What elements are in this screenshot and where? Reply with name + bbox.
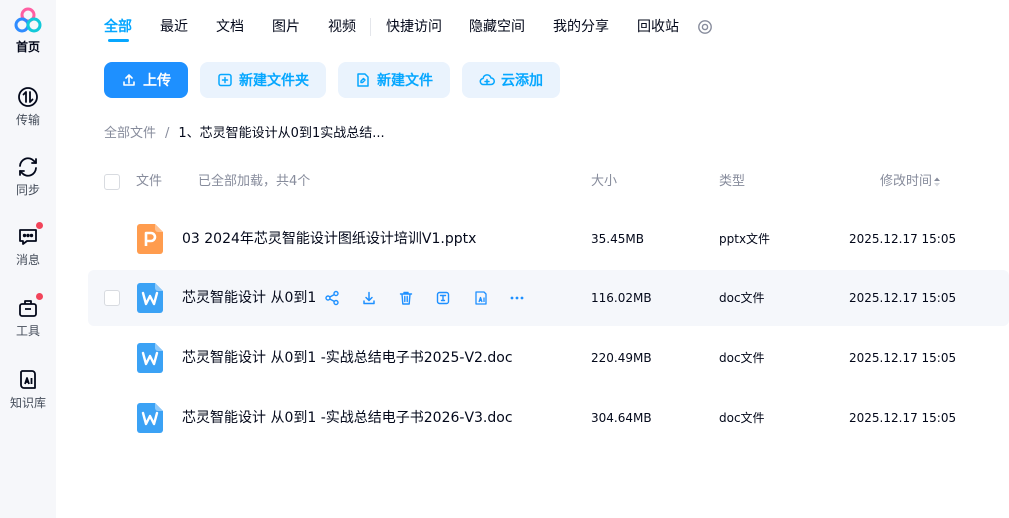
word-file-icon (137, 343, 163, 373)
table-row[interactable]: 03 2024年芯灵智能设计图纸设计培训V1.pptx 35.45MB pptx… (88, 211, 1009, 267)
file-modified: 2025.12.17 15:05 (849, 232, 957, 246)
tab-recent[interactable]: 最近 (160, 17, 188, 37)
file-modified: 2025.12.17 15:05 (849, 411, 957, 425)
cloud-add-button[interactable]: 云添加 (462, 62, 560, 98)
ppt-file-icon (137, 224, 163, 254)
new-folder-button[interactable]: 新建文件夹 (200, 62, 326, 98)
tab-documents[interactable]: 文档 (216, 17, 244, 37)
sidebar-item-label: 消息 (15, 253, 40, 267)
file-size: 35.45MB (591, 232, 644, 246)
logo-icon (13, 6, 43, 36)
notification-dot (36, 222, 43, 229)
transfer-icon (16, 85, 40, 109)
table-row[interactable]: 芯灵智能设计 从0到1 -实战总结电子书2025-V2.doc 220.49MB… (88, 330, 1009, 386)
sidebar-item-label: 工具 (15, 324, 40, 338)
file-type: doc文件 (719, 411, 765, 425)
file-type: doc文件 (719, 291, 765, 305)
header-file[interactable]: 文件 (136, 174, 162, 190)
knowledge-ai-icon (16, 368, 40, 392)
file-modified: 2025.12.17 15:05 (849, 351, 957, 365)
file-name[interactable]: 芯灵智能设计 从0到1 -实战总结电子书2025-V2.doc (182, 348, 513, 368)
file-name[interactable]: 芯灵智能设计 从0到1 (182, 288, 316, 308)
cloud-add-label: 云添加 (501, 73, 543, 89)
sidebar-item-messages[interactable]: 消息 (0, 222, 56, 285)
table-row[interactable]: 芯灵智能设计 从0到1 -实战总结电子书2026-V3.doc 304.64MB… (88, 390, 1009, 446)
new-file-icon (357, 73, 369, 87)
file-type: pptx文件 (719, 232, 771, 246)
tab-videos[interactable]: 视频 (328, 17, 356, 37)
tab-settings-icon[interactable] (697, 19, 713, 35)
sidebar-item-sync[interactable]: 同步 (0, 155, 56, 215)
tab-divider (370, 18, 371, 36)
file-modified: 2025.12.17 15:05 (849, 291, 957, 305)
tab-images[interactable]: 图片 (272, 17, 300, 37)
share-icon[interactable] (324, 290, 340, 306)
notification-dot (36, 293, 43, 300)
tab-hidden-space[interactable]: 隐藏空间 (469, 17, 525, 37)
breadcrumb-separator: / (165, 126, 170, 141)
sidebar-item-home[interactable]: 首页 (0, 6, 56, 66)
header-type[interactable]: 类型 (719, 174, 745, 190)
sidebar-item-label: 同步 (15, 183, 40, 197)
toolbox-icon (16, 293, 43, 320)
file-name[interactable]: 03 2024年芯灵智能设计图纸设计培训V1.pptx (182, 229, 476, 249)
word-file-icon (137, 283, 163, 313)
new-file-label: 新建文件 (377, 73, 433, 89)
active-tab-indicator (108, 39, 129, 42)
sidebar-item-label: 知识库 (9, 396, 46, 410)
more-icon[interactable] (509, 290, 525, 306)
file-name[interactable]: 芯灵智能设计 从0到1 -实战总结电子书2026-V3.doc (182, 408, 513, 428)
sort-indicator-icon[interactable] (933, 176, 941, 187)
sidebar-item-label: 首页 (15, 40, 40, 54)
header-modified[interactable]: 修改时间 (880, 174, 932, 190)
breadcrumb-current: 1、芯灵智能设计从0到1实战总结... (178, 126, 385, 141)
app-window: 首页 传输 同步 消息 工具 知识库 全部 最近 文档 图片 视频 快捷访问 隐… (0, 0, 1009, 518)
sync-icon (16, 155, 40, 179)
file-size: 220.49MB (591, 351, 652, 365)
select-all-checkbox[interactable] (104, 174, 120, 190)
file-type: doc文件 (719, 351, 765, 365)
table-row[interactable]: 芯灵智能设计 从0到1 116.02MB doc文件 2025.12.17 15… (88, 270, 1009, 326)
cloud-add-icon (479, 74, 495, 86)
new-folder-icon (218, 73, 232, 87)
upload-icon (123, 74, 135, 86)
sidebar-item-tools[interactable]: 工具 (0, 293, 56, 356)
word-file-icon (137, 403, 163, 433)
tab-all[interactable]: 全部 (104, 17, 132, 37)
header-size[interactable]: 大小 (591, 174, 617, 190)
load-status: 已全部加载，共4个 (198, 174, 311, 189)
tab-recycle-bin[interactable]: 回收站 (637, 17, 679, 37)
upload-button[interactable]: 上传 (104, 62, 188, 98)
message-icon (16, 222, 43, 249)
breadcrumb-root[interactable]: 全部文件 (104, 126, 156, 141)
sidebar-item-transfer[interactable]: 传输 (0, 85, 56, 145)
new-file-button[interactable]: 新建文件 (338, 62, 450, 98)
file-size: 116.02MB (591, 291, 652, 305)
download-icon[interactable] (361, 290, 377, 306)
sidebar-item-knowledge[interactable]: 知识库 (0, 368, 56, 428)
new-folder-label: 新建文件夹 (239, 73, 309, 89)
row-checkbox[interactable] (104, 290, 120, 306)
sidebar-item-label: 传输 (15, 113, 40, 127)
upload-label: 上传 (143, 73, 171, 89)
ai-read-icon[interactable] (472, 290, 488, 306)
breadcrumb: 全部文件 / 1、芯灵智能设计从0到1实战总结... (104, 125, 385, 143)
open-text-icon[interactable] (435, 290, 451, 306)
file-size: 304.64MB (591, 411, 652, 425)
sidebar: 首页 传输 同步 消息 工具 知识库 (0, 0, 56, 518)
table-header: 文件 已全部加载，共4个 大小 类型 修改时间 (104, 170, 964, 194)
delete-icon[interactable] (398, 290, 414, 306)
tab-quick-access[interactable]: 快捷访问 (386, 17, 442, 37)
tab-my-shares[interactable]: 我的分享 (553, 17, 609, 37)
